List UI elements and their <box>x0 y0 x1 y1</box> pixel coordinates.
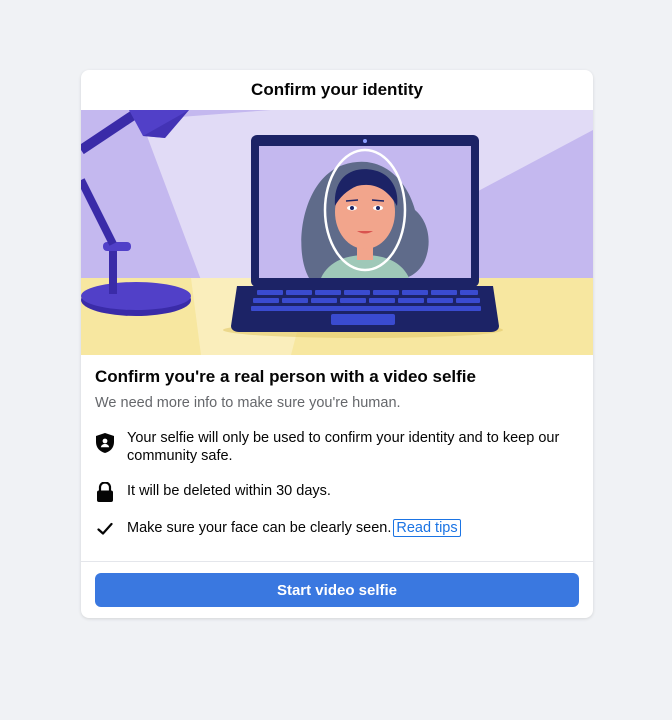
shield-icon <box>95 433 115 453</box>
list-item-face-visible: Make sure your face can be clearly seen.… <box>95 519 579 539</box>
list-item-text-wrapper: Make sure your face can be clearly seen.… <box>127 519 461 537</box>
lock-icon <box>95 482 115 502</box>
video-selfie-illustration <box>81 110 593 355</box>
checkmark-icon <box>95 519 115 539</box>
dialog-heading: Confirm you're a real person with a vide… <box>95 367 476 386</box>
list-item-deletion: It will be deleted within 30 days. <box>95 482 579 502</box>
dialog-title: Confirm your identity <box>251 80 423 99</box>
list-item-text: It will be deleted within 30 days. <box>127 483 331 499</box>
read-tips-link[interactable]: Read tips <box>393 519 461 537</box>
list-item-privacy: Your selfie will only be used to confirm… <box>95 429 579 465</box>
info-list: Your selfie will only be used to confirm… <box>95 429 579 539</box>
list-item-text: Make sure your face can be clearly seen. <box>127 520 392 536</box>
dialog-subheading: We need more info to make sure you're hu… <box>95 395 401 411</box>
list-item-text: Your selfie will only be used to confirm… <box>127 430 560 464</box>
footer-divider <box>81 561 593 562</box>
identity-dialog: Confirm your identity Confirm you're a r… <box>81 70 593 618</box>
start-video-selfie-button[interactable]: Start video selfie <box>95 573 579 607</box>
